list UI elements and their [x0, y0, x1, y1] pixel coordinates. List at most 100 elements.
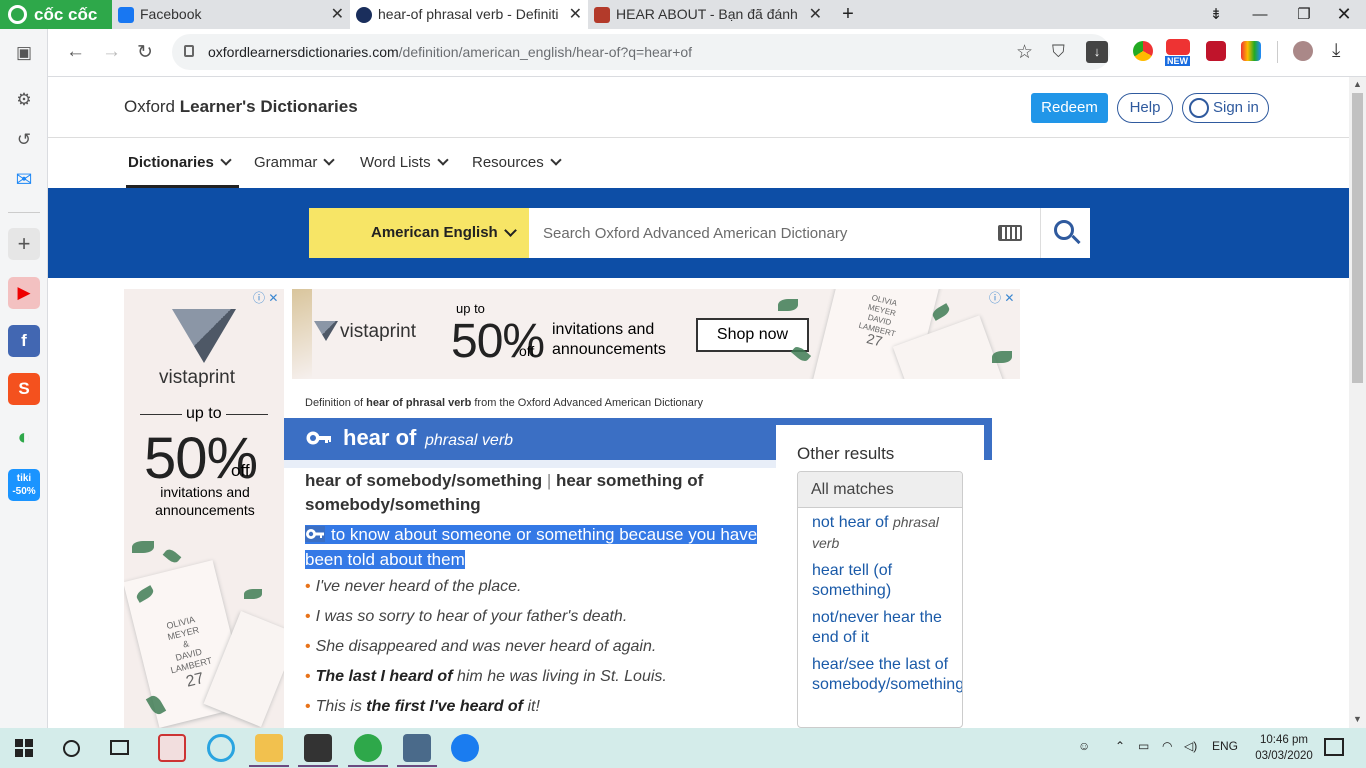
sign-in-button[interactable]: Sign in	[1182, 93, 1269, 123]
messenger-icon[interactable]: ✉	[8, 164, 40, 196]
search-input[interactable]	[529, 208, 1040, 258]
back-icon[interactable]: ←	[66, 41, 85, 63]
example-sentence: • I was so sorry to hear of your father's…	[305, 608, 628, 625]
youtube-icon[interactable]: ▶	[8, 277, 40, 309]
tiki-icon[interactable]: tiki -50%	[8, 469, 40, 501]
help-button[interactable]: Help	[1117, 93, 1173, 123]
forward-icon[interactable]: →	[102, 41, 121, 63]
ad-percent: 50%	[144, 426, 258, 491]
close-window-button[interactable]: ✕	[1322, 0, 1366, 29]
scroll-down-icon[interactable]: ▼	[1353, 714, 1362, 724]
headword-bar-shadow	[284, 460, 776, 468]
minimize-button[interactable]: —	[1238, 0, 1282, 29]
history-icon[interactable]: ↺	[8, 124, 40, 156]
menu-resources[interactable]: Resources	[472, 154, 562, 171]
browser-sidebar: ▣ ⚙ ↺ ✉ + ▶ f S ◐ tiki -50%	[0, 29, 48, 728]
search-band: American English	[48, 188, 1349, 278]
clock[interactable]: 10:46 pm 03/03/2020	[1253, 732, 1315, 764]
bookmark-star-icon[interactable]: ☆	[1016, 41, 1033, 64]
shopee-icon[interactable]: S	[8, 373, 40, 405]
dictionary-selector[interactable]: American English	[309, 208, 529, 258]
part-of-speech: phrasal verb	[425, 432, 514, 449]
task-view-icon[interactable]	[110, 740, 129, 755]
close-tab-icon[interactable]: ✕	[809, 0, 822, 29]
sense-separator: |	[542, 471, 556, 490]
reload-icon[interactable]: ↻	[137, 41, 153, 64]
ad-close-icon[interactable]: ⓘ ✕	[989, 289, 1014, 306]
redeem-button[interactable]: Redeem	[1031, 93, 1108, 123]
chevron-up-icon[interactable]: ⌃	[1115, 739, 1125, 753]
add-app-icon[interactable]: +	[8, 228, 40, 260]
taskbar-app-icon[interactable]	[207, 734, 235, 762]
windows-start-icon[interactable]	[15, 739, 33, 757]
menu-word-lists[interactable]: Word Lists	[360, 154, 449, 171]
close-tab-icon[interactable]: ✕	[569, 0, 582, 29]
taskbar-active-indicator	[397, 765, 437, 767]
coccoc-taskbar-icon[interactable]	[354, 734, 382, 762]
definition-source: Definition of hear of phrasal verb from …	[305, 397, 703, 409]
address-bar[interactable]: oxfordlearnersdictionaries.com/definitio…	[172, 34, 1110, 70]
taskbar-app-icon[interactable]	[158, 734, 186, 762]
extension-chrome-icon[interactable]	[1133, 41, 1153, 61]
downloads-icon[interactable]: ⤓	[1332, 40, 1340, 62]
search-button[interactable]	[1040, 208, 1090, 258]
sidebar-toggle-icon[interactable]: ▣	[8, 37, 40, 69]
menu-dictionaries[interactable]: Dictionaries	[128, 154, 232, 171]
settings-icon[interactable]: ⚙	[8, 84, 40, 116]
new-tab-button[interactable]: +	[826, 0, 870, 29]
ad-banner-left[interactable]: vistaprint up to 50% off invitations and…	[124, 289, 284, 728]
menu-grammar[interactable]: Grammar	[254, 154, 336, 171]
wifi-icon[interactable]: ◠	[1162, 739, 1172, 753]
site-logo[interactable]: Oxford Learner's Dictionaries	[124, 97, 358, 117]
oxford-3000-key-icon[interactable]	[306, 430, 332, 446]
extension-red-icon[interactable]	[1206, 41, 1226, 61]
scroll-up-icon[interactable]: ▲	[1353, 79, 1362, 89]
volume-icon[interactable]: ◁)	[1184, 739, 1197, 753]
extension-new-icon[interactable]	[1166, 39, 1190, 55]
taskbar-app-icon[interactable]	[403, 734, 431, 762]
ad-banner-top[interactable]: vistaprint up to 50% off invitations and…	[292, 289, 1020, 379]
shield-icon[interactable]: ⛉	[1052, 42, 1065, 62]
taskbar-active-indicator	[249, 765, 289, 767]
profile-avatar[interactable]	[1293, 41, 1313, 61]
match-link[interactable]: hear tell (of something)	[812, 561, 962, 601]
other-results-title: Other results	[797, 444, 895, 463]
match-link[interactable]: hear/see the last of somebody/something	[812, 655, 962, 695]
toolbar-divider	[1277, 41, 1278, 63]
zalo-icon[interactable]	[451, 734, 479, 762]
match-link[interactable]: not/never hear the end of it	[812, 608, 962, 648]
facebook-app-icon[interactable]: f	[8, 325, 40, 357]
cambridge-favicon-icon	[594, 7, 610, 23]
page-scrollbar[interactable]: ▲ ▼	[1349, 77, 1366, 728]
all-matches-header[interactable]: All matches	[798, 472, 962, 508]
match-text: hear/see the last of somebody/something	[812, 656, 963, 693]
match-link[interactable]: not hear of phrasal verb	[812, 512, 962, 554]
restore-button[interactable]: ❐	[1282, 0, 1326, 29]
sticky-notes-icon[interactable]	[304, 734, 332, 762]
search-icon[interactable]	[63, 740, 80, 757]
shop-now-button[interactable]: Shop now	[696, 318, 809, 352]
tab-oxford[interactable]: hear-of phrasal verb - Definiti ✕	[350, 0, 588, 29]
tab-facebook[interactable]: Facebook ✕	[112, 0, 350, 29]
tab-hear-about[interactable]: HEAR ABOUT - Bạn đã đánh v ✕	[588, 0, 828, 29]
oxford-3000-key-icon[interactable]	[305, 526, 325, 542]
people-icon[interactable]: ☺	[1078, 739, 1090, 753]
example-text: She disappeared and was never heard of a…	[315, 638, 657, 655]
source-bold: hear of phrasal verb	[366, 397, 472, 409]
keyboard-icon[interactable]	[998, 225, 1022, 241]
scrollbar-thumb[interactable]	[1352, 93, 1363, 383]
coccoc-app-icon[interactable]: ◐	[8, 421, 40, 453]
notification-center-icon[interactable]	[1324, 738, 1344, 756]
main-menu: Dictionaries Grammar Word Lists Resource…	[48, 139, 1349, 188]
windows-taskbar: ☺ ⌃ ▭ ◠ ◁) ENG 10:46 pm 03/03/2020	[0, 728, 1366, 768]
ad-close-icon[interactable]: ⓘ ✕	[253, 289, 278, 306]
close-tab-icon[interactable]: ✕	[331, 0, 344, 29]
tab-search-icon[interactable]: ⇟	[1194, 0, 1238, 29]
example-text: I was so sorry to hear of your father's …	[315, 608, 628, 625]
file-explorer-icon[interactable]	[255, 734, 283, 762]
extension-color-icon[interactable]	[1241, 41, 1261, 61]
battery-icon[interactable]: ▭	[1138, 739, 1149, 753]
language-indicator[interactable]: ENG	[1212, 739, 1238, 753]
coccoc-menu-button[interactable]: cốc cốc	[0, 0, 112, 29]
download-page-icon[interactable]: ↓	[1086, 41, 1108, 63]
